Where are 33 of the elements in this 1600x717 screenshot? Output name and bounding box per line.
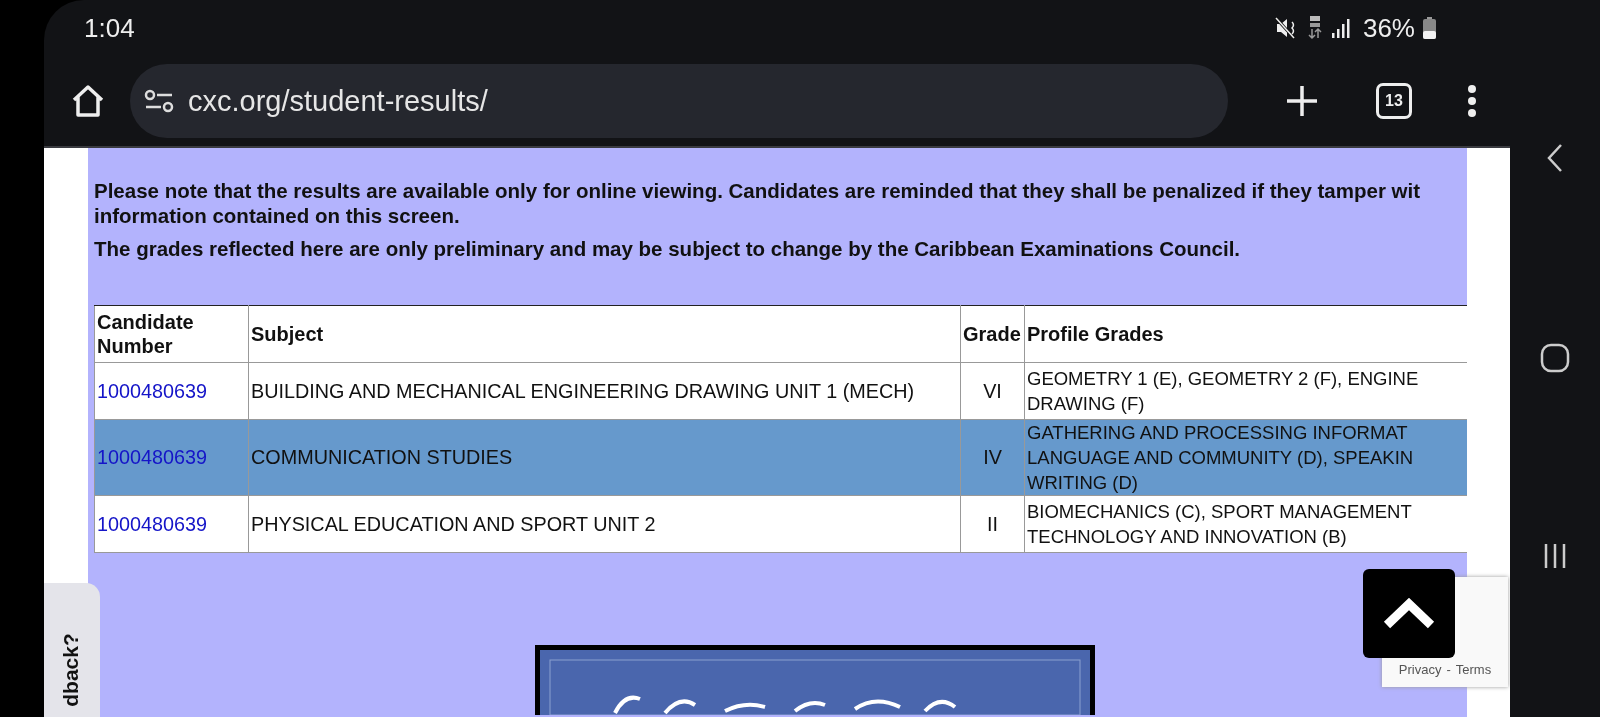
scroll-to-top-button[interactable] xyxy=(1363,569,1455,658)
home-icon[interactable] xyxy=(70,84,106,118)
menu-icon[interactable] xyxy=(1467,84,1477,118)
chevron-up-icon xyxy=(1382,597,1436,630)
notice-text: Please note that the results are available only for online viewing. Candidates are reminded that they shall be penalized if they tamper wit information contained on this screen. xyxy=(94,178,1422,228)
tab-count-button[interactable]: 13 xyxy=(1376,83,1412,119)
feedback-tab[interactable]: dback? xyxy=(44,583,100,717)
column-header: Candidate Number xyxy=(94,305,249,363)
grade-cell: II xyxy=(960,495,1025,553)
signal-icon xyxy=(1330,18,1351,38)
column-header: Subject xyxy=(248,305,961,363)
battery-icon xyxy=(1423,17,1436,39)
network-icon xyxy=(1306,16,1323,40)
subject-cell: PHYSICAL EDUCATION AND SPORT UNIT 2 xyxy=(248,495,961,553)
new-tab-icon[interactable] xyxy=(1286,85,1318,117)
grade-cell: VI xyxy=(960,362,1025,420)
subject-cell: BUILDING AND MECHANICAL ENGINEERING DRAWING UNIT 1 (MECH) xyxy=(248,362,961,420)
recent-apps-icon[interactable] xyxy=(1543,543,1567,569)
address-bar[interactable]: cxc.org/student-results/ xyxy=(130,64,1228,138)
result-row[interactable]: 1000480639 COMMUNICATION STUDIES IV GATHERING AND PROCESSING INFORMAT LANGUAGE AND COMMUNITY (D), SPEAKIN WRITING (D) xyxy=(94,419,1467,496)
back-icon[interactable] xyxy=(1546,143,1564,173)
preliminary-note: The grades reflected here are only preliminary and may be subject to change by the Caribbean Examinations Council. xyxy=(94,236,1242,261)
separator-text: - xyxy=(1446,662,1451,677)
site-settings-icon[interactable] xyxy=(144,89,174,113)
grade-cell: IV xyxy=(960,419,1025,496)
home-button-icon[interactable] xyxy=(1540,343,1570,373)
status-time: 1:04 xyxy=(84,12,135,44)
column-header: Grade xyxy=(960,305,1025,363)
url-text: cxc.org/student-results/ xyxy=(188,84,488,118)
terms-link[interactable]: Terms xyxy=(1455,662,1492,677)
subject-cell: COMMUNICATION STUDIES xyxy=(248,419,961,496)
privacy-link[interactable]: Privacy xyxy=(1398,662,1442,677)
battery-percent: 36% xyxy=(1362,12,1415,44)
